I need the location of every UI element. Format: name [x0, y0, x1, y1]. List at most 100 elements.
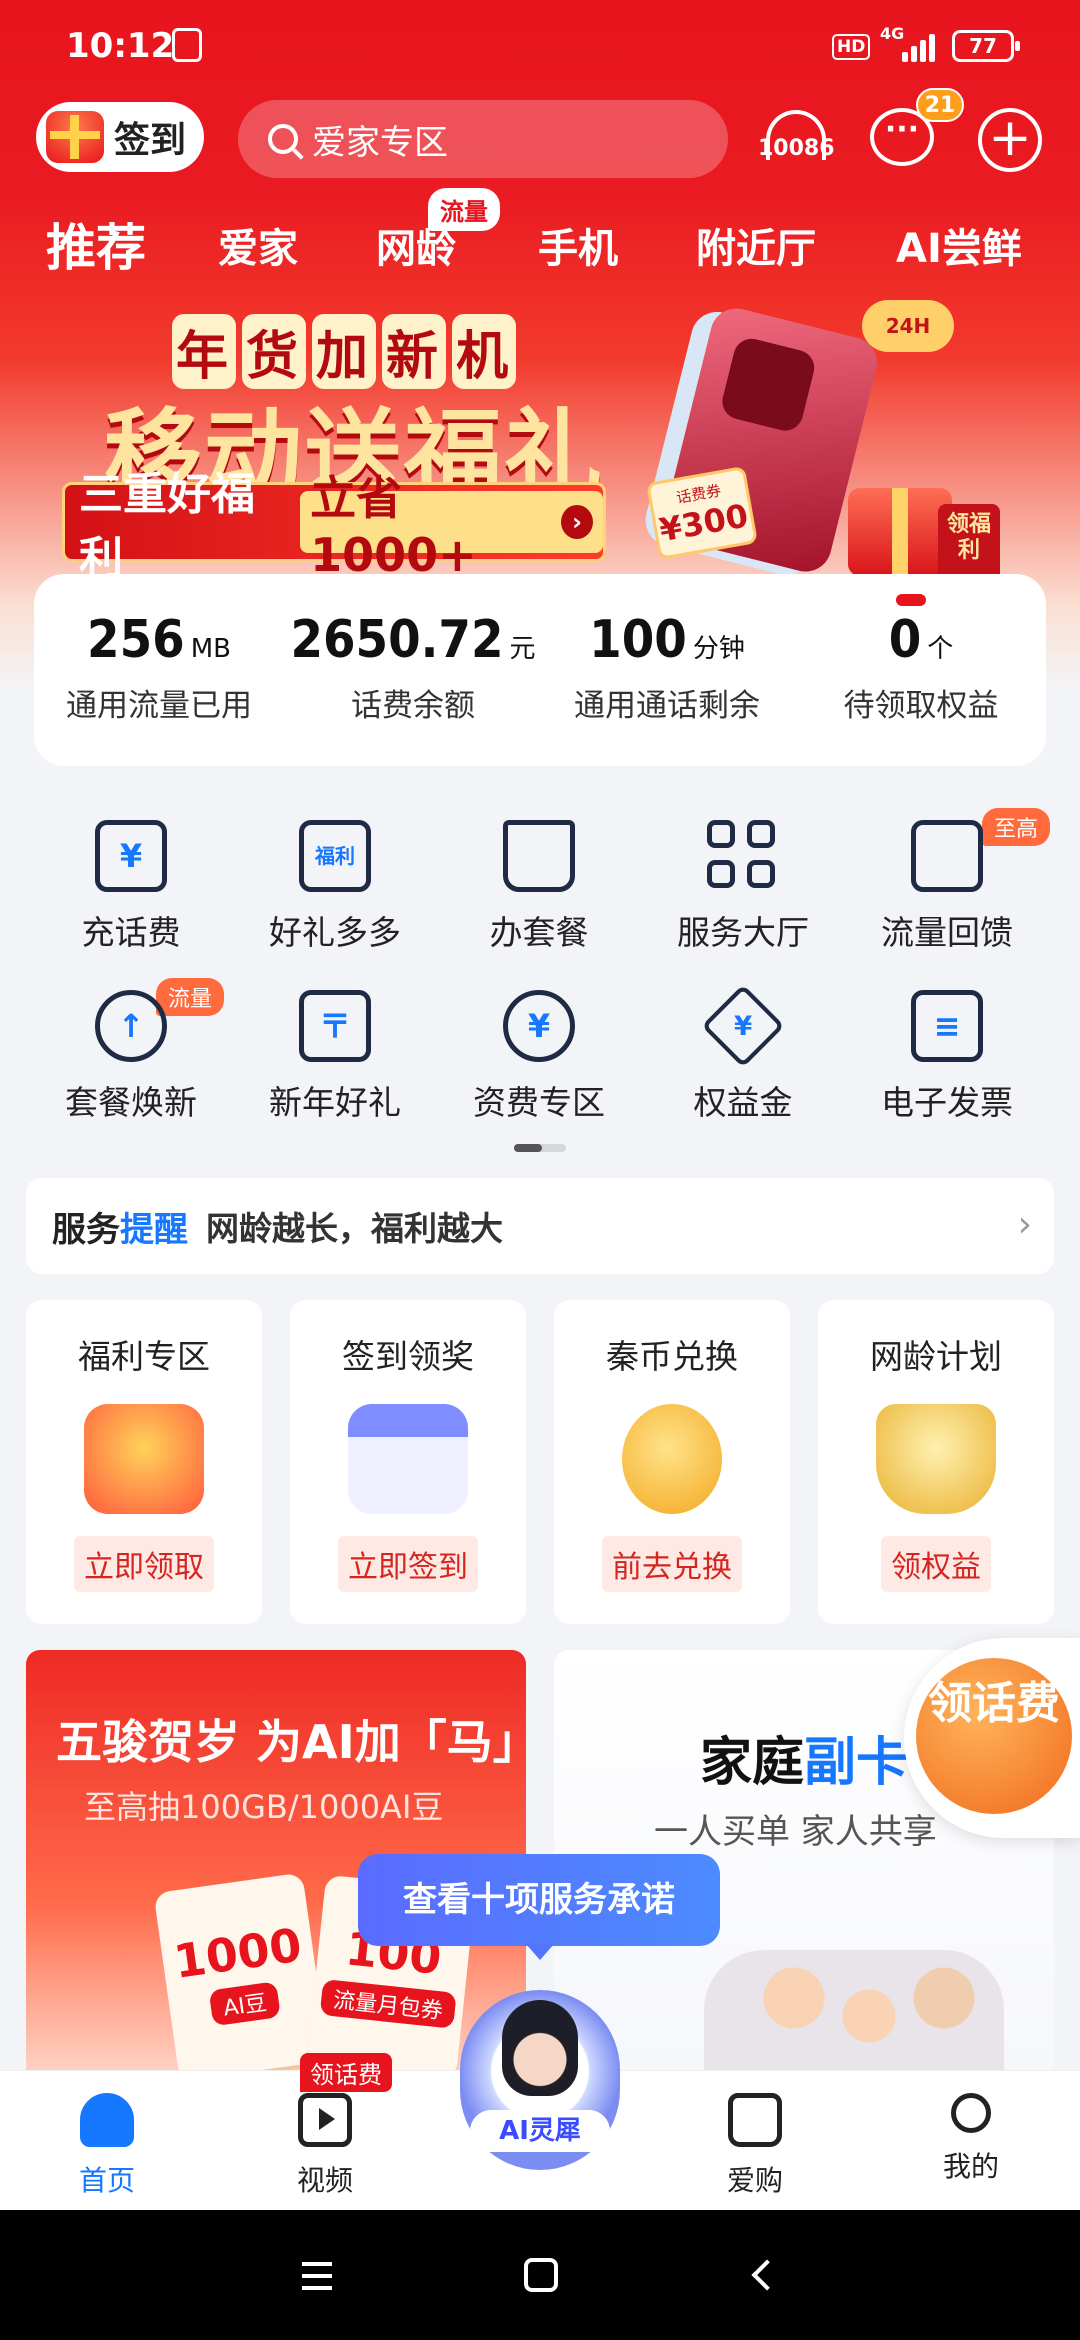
promo-title: 家庭副卡 — [700, 1720, 908, 1795]
video-play-icon — [298, 2093, 352, 2147]
balance-label: 通用流量已用 — [66, 688, 252, 724]
balance-traffic[interactable]: 256 MB 通用流量已用 — [34, 610, 284, 725]
card-title: 秦币兑换 — [606, 1337, 738, 1376]
gift-bag-illustration — [84, 1404, 204, 1514]
system-nav-bar — [0, 2210, 1080, 2340]
balance-unit: 元 — [509, 634, 536, 664]
tab-shop[interactable]: 爱购 — [690, 2093, 820, 2199]
tab-nearby-hall[interactable]: 附近厅 — [696, 216, 816, 274]
grid-item-recharge[interactable]: ¥ 充话费 — [28, 820, 234, 960]
balance-value: 256 — [87, 610, 185, 670]
balance-unit: 分钟 — [692, 634, 745, 664]
back-icon[interactable] — [751, 2259, 783, 2291]
service-grid: ¥ 充话费 福利 好礼多多 办套餐 服务大厅 至高 流量回馈 流量 ↑ 套餐焕新… — [0, 800, 1080, 1150]
tab-home-family[interactable]: 爱家 — [218, 216, 298, 274]
shopping-bag-icon — [503, 820, 575, 892]
grid-item-new-year-gift[interactable]: 〒 新年好礼 — [232, 990, 438, 1130]
grid-item-plans[interactable]: 办套餐 — [436, 820, 642, 960]
promo-banner[interactable]: 年货加新机 移动送福礼 三重好福利 立省1000+ › 24H 话费券 ¥300… — [0, 292, 1080, 592]
chevron-right-icon: › — [561, 505, 593, 539]
new-badge-dot — [896, 594, 926, 606]
home-square-icon[interactable] — [524, 2258, 558, 2292]
coin-illustration — [622, 1404, 722, 1514]
balance-unit: 个 — [927, 634, 954, 664]
phone-recharge-icon: ¥ — [95, 820, 167, 892]
card-title: 网龄计划 — [870, 1337, 1002, 1376]
grid-item-service-hall[interactable]: 服务大厅 — [640, 820, 846, 960]
banner-cta[interactable]: 三重好福利 立省1000+ › — [62, 469, 606, 584]
reminder-title-b: 提醒 — [120, 1209, 188, 1250]
hotline-button[interactable]: 10086 — [758, 110, 835, 168]
tab-label: 我的 — [942, 2150, 999, 2183]
status-time: 10:12 — [66, 26, 175, 66]
balance-unit: MB — [190, 634, 231, 664]
home-icon — [80, 2093, 134, 2147]
grid-item-invoice[interactable]: ≡ 电子发票 — [844, 990, 1050, 1130]
tab-badge-traffic: 流量 — [428, 188, 500, 231]
grid-item-gifts[interactable]: 福利 好礼多多 — [232, 820, 438, 960]
service-reminder[interactable]: 服务提醒 网龄越长，福利越大 › — [26, 1178, 1054, 1274]
grid-item-badge: 至高 — [981, 808, 1050, 846]
tab-home[interactable]: 首页 — [42, 2093, 172, 2199]
grid-item-label: 服务大厅 — [677, 913, 809, 952]
ai-assistant-button[interactable]: AI灵犀 — [460, 1990, 620, 2170]
page-indicator — [514, 1144, 566, 1152]
checkin-button[interactable]: 签到 — [36, 102, 204, 172]
menu-icon[interactable] — [302, 2262, 332, 2290]
gift-box-icon: 福利 — [299, 820, 371, 892]
balance-minutes[interactable]: 100 分钟 通用通话剩余 — [542, 610, 792, 725]
tariff-search-icon: ¥ — [503, 990, 575, 1062]
grid-item-label: 好礼多多 — [269, 913, 401, 952]
status-bar: 10:12 HD 4G 77 — [0, 0, 1080, 96]
balance-label: 待领取权益 — [843, 688, 999, 724]
grid-item-tariff[interactable]: ¥ 资费专区 — [436, 990, 642, 1130]
ai-label: AI灵犀 — [470, 2110, 610, 2152]
card-button[interactable]: 立即领取 — [74, 1536, 214, 1592]
tab-video[interactable]: 视频 — [260, 2093, 390, 2199]
card-button[interactable]: 前去兑换 — [602, 1536, 742, 1592]
banner-cta-left: 三重好福利 — [79, 469, 255, 584]
card-coin-exchange[interactable]: 秦币兑换 前去兑换 — [554, 1300, 790, 1624]
promo-title-b: 副卡 — [804, 1733, 909, 1793]
battery-icon: 77 — [952, 30, 1020, 62]
card-button[interactable]: 立即签到 — [338, 1536, 478, 1592]
invoice-icon: ≡ — [911, 990, 983, 1062]
upgrade-bag-icon: ↑ — [95, 990, 167, 1062]
tab-me[interactable]: 我的 — [906, 2093, 1036, 2185]
plus-icon: + — [988, 108, 1032, 168]
search-input[interactable]: 爱家专区 — [238, 100, 728, 178]
balance-value: 2650.72 — [290, 610, 504, 670]
tab-label: 爱购 — [726, 2164, 783, 2197]
benefit-cards: 福利专区 立即领取 签到领奖 立即签到 秦币兑换 前去兑换 网龄计划 领权益 — [26, 1300, 1054, 1624]
grid-item-plan-renew[interactable]: 流量 ↑ 套餐焕新 — [28, 978, 234, 1130]
grid-item-benefit-gold[interactable]: ¥ 权益金 — [640, 984, 846, 1130]
ticket-value: 1000 — [170, 1917, 305, 1989]
tab-phones[interactable]: 手机 — [538, 216, 618, 274]
card-checkin[interactable]: 签到领奖 立即签到 — [290, 1300, 526, 1624]
ticket-label: 流量月包券 — [319, 1978, 457, 2029]
fee-label: 领话费 — [916, 1658, 1072, 1814]
search-icon — [268, 124, 298, 154]
hotline-number: 10086 — [758, 136, 835, 161]
service-promise-bubble[interactable]: 查看十项服务承诺 — [358, 1854, 720, 1960]
balance-label: 通用通话剩余 — [574, 688, 760, 724]
top-bar: 签到 爱家专区 10086 ··· 21 + — [0, 88, 1080, 184]
balance-label: 话费余额 — [351, 688, 475, 724]
banner-cta-right: 立省1000+ › — [300, 471, 603, 582]
tab-label: 首页 — [78, 2164, 135, 2197]
card-welfare[interactable]: 福利专区 立即领取 — [26, 1300, 262, 1624]
promo-subtitle: 至高抽100GB/1000AI豆 — [84, 1788, 444, 1826]
tab-recommend[interactable]: 推荐 — [46, 208, 146, 280]
balance-value: 0 — [888, 610, 922, 670]
add-button[interactable]: + — [978, 108, 1042, 172]
tab-ai-trial[interactable]: AI尝鲜 — [896, 216, 1022, 274]
card-button[interactable]: 领权益 — [881, 1536, 991, 1592]
grid-item-traffic-reward[interactable]: 至高 流量回馈 — [844, 808, 1050, 960]
balance-benefits[interactable]: 0个 待领取权益 — [796, 610, 1046, 725]
balance-fee[interactable]: 2650.72 元 话费余额 — [288, 610, 538, 725]
trophy-illustration — [876, 1404, 996, 1514]
calendar-illustration — [348, 1404, 468, 1514]
ticket-ai-beans: 1000 AI豆 — [153, 1872, 329, 2070]
grid-apps-icon — [707, 820, 779, 892]
card-network-plan[interactable]: 网龄计划 领权益 — [818, 1300, 1054, 1624]
